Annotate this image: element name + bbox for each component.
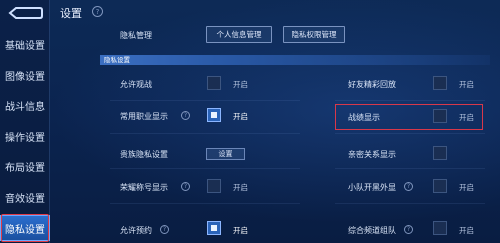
allow-spectate-label: 允许观战 bbox=[120, 80, 152, 89]
row-divider bbox=[335, 168, 485, 169]
friend-replay-label: 好友精彩回放 bbox=[348, 80, 396, 89]
row-divider bbox=[335, 133, 485, 134]
sidebar-item-label: 图像设置 bbox=[5, 71, 45, 83]
squad-display-on-label: 开启 bbox=[459, 183, 474, 192]
help-icon[interactable]: ? bbox=[181, 182, 190, 191]
noble-privacy-settings-button[interactable]: 设置 bbox=[206, 148, 245, 160]
sidebar-item-basic[interactable]: 基础设置 bbox=[0, 31, 50, 57]
sidebar-item-sound[interactable]: 音效设置 bbox=[0, 184, 50, 210]
help-icon[interactable]: ? bbox=[404, 225, 413, 234]
back-arrow-icon bbox=[8, 7, 43, 19]
allow-reservation-label: 允许预约 bbox=[120, 226, 152, 235]
common-role-display-label: 常用职业显示 bbox=[120, 112, 168, 121]
row-divider bbox=[335, 203, 485, 204]
channel-team-on-label: 开启 bbox=[459, 226, 474, 235]
intimacy-display-label: 亲密关系显示 bbox=[348, 150, 396, 159]
allow-spectate-checkbox[interactable] bbox=[207, 76, 221, 90]
sidebar: 基础设置 图像设置 战斗信息 操作设置 布局设置 音效设置 隐私设置 bbox=[0, 0, 50, 243]
row-divider bbox=[110, 168, 300, 169]
squad-display-label: 小队开黑外显 bbox=[348, 183, 396, 192]
honor-title-display-label: 荣耀称号显示 bbox=[120, 183, 168, 192]
row-divider bbox=[335, 100, 485, 101]
sidebar-item-label: 音效设置 bbox=[5, 193, 45, 205]
allow-spectate-on-label: 开启 bbox=[233, 80, 248, 89]
sidebar-item-label: 布局设置 bbox=[5, 162, 45, 174]
record-display-checkbox[interactable] bbox=[433, 109, 447, 123]
intimacy-display-checkbox[interactable] bbox=[433, 146, 447, 160]
help-icon[interactable]: ? bbox=[160, 225, 169, 234]
friend-replay-on-label: 开启 bbox=[459, 80, 474, 89]
record-display-label: 战绩显示 bbox=[348, 113, 380, 122]
sidebar-item-layout[interactable]: 布局设置 bbox=[0, 153, 50, 179]
squad-display-checkbox[interactable] bbox=[433, 179, 447, 193]
row-divider bbox=[110, 203, 300, 204]
privacy-permission-management-button[interactable]: 隐私权限管理 bbox=[283, 26, 345, 43]
sidebar-item-label: 基础设置 bbox=[5, 40, 45, 52]
common-role-display-on-label: 开启 bbox=[233, 112, 248, 121]
privacy-management-label: 隐私管理 bbox=[120, 31, 152, 40]
honor-title-display-checkbox[interactable] bbox=[207, 179, 221, 193]
channel-team-checkbox[interactable] bbox=[433, 221, 447, 235]
noble-privacy-label: 贵族隐私设置 bbox=[120, 150, 168, 159]
active-item-highlight-frame bbox=[1, 214, 49, 242]
section-header-label: 隐私设置 bbox=[104, 56, 130, 64]
sidebar-item-label: 战斗信息 bbox=[5, 101, 45, 113]
personal-info-management-button[interactable]: 个人信息管理 bbox=[206, 26, 272, 43]
sidebar-item-controls[interactable]: 操作设置 bbox=[0, 123, 50, 149]
common-role-display-checkbox[interactable] bbox=[207, 108, 221, 122]
row-divider bbox=[110, 133, 300, 134]
allow-reservation-on-label: 开启 bbox=[233, 226, 248, 235]
record-display-on-label: 开启 bbox=[459, 113, 474, 122]
sidebar-item-battle-info[interactable]: 战斗信息 bbox=[0, 92, 50, 118]
page-title: 设置 bbox=[60, 7, 82, 20]
help-icon[interactable]: ? bbox=[181, 111, 190, 120]
row-divider bbox=[110, 100, 300, 101]
help-icon[interactable]: ? bbox=[404, 182, 413, 191]
allow-reservation-checkbox[interactable] bbox=[207, 221, 221, 235]
channel-team-label: 综合频道组队 bbox=[348, 226, 396, 235]
friend-replay-checkbox[interactable] bbox=[433, 76, 447, 90]
section-header-bar bbox=[100, 55, 490, 65]
back-button[interactable] bbox=[4, 3, 46, 23]
honor-title-display-on-label: 开启 bbox=[233, 183, 248, 192]
sidebar-item-graphics[interactable]: 图像设置 bbox=[0, 62, 50, 88]
question-circle-icon[interactable]: ? bbox=[92, 6, 103, 17]
sidebar-item-label: 操作设置 bbox=[5, 132, 45, 144]
